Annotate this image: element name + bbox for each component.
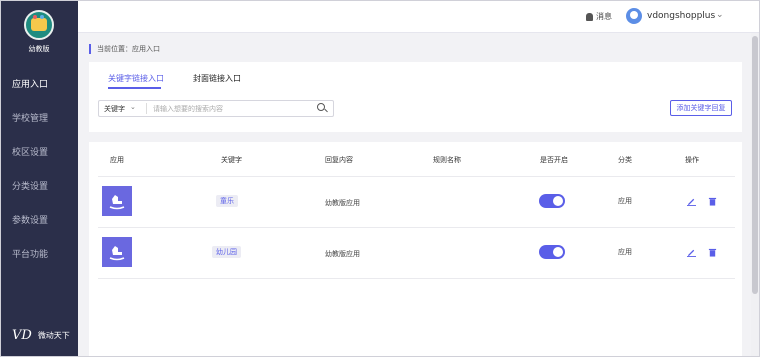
rocking-horse-icon [109, 195, 125, 210]
keyword-tag: 幼儿园 [212, 246, 241, 258]
column-header-app: 应用 [110, 156, 124, 164]
sidebar: 幼教版 应用入口 学校管理 校区设置 分类设置 参数设置 平台功能 VD 微动天… [0, 0, 78, 357]
divider [98, 278, 735, 279]
keyword-tag: 童乐 [216, 195, 238, 207]
sidebar-item-school-management[interactable]: 学校管理 [0, 106, 78, 140]
sidebar-item-platform-functions[interactable]: 平台功能 [0, 242, 78, 276]
tab-cover-entry[interactable]: 封面链接入口 [193, 73, 241, 84]
chevron-down-icon[interactable]: ⌄ [716, 10, 724, 20]
column-header-keyword: 关键字 [221, 156, 242, 164]
active-tab-indicator [108, 87, 161, 89]
bell-icon [586, 12, 593, 21]
vd-logo-icon: VD [12, 328, 32, 343]
footer-brand-label: 微动天下 [37, 331, 70, 340]
edit-icon[interactable] [687, 248, 696, 257]
category: 应用 [618, 197, 632, 205]
search-icon[interactable] [317, 103, 325, 111]
trash-icon[interactable] [708, 197, 717, 206]
sidebar-item-campus-settings[interactable]: 校区设置 [0, 140, 78, 174]
column-header-category: 分类 [618, 156, 632, 164]
divider [98, 227, 735, 228]
column-header-actions: 操作 [685, 156, 699, 164]
edit-icon[interactable] [687, 197, 696, 206]
app-thumbnail [102, 186, 132, 216]
username[interactable]: vdongshopplus [647, 11, 715, 21]
search-input[interactable]: 请输入想要的搜索内容 [153, 104, 223, 114]
enabled-toggle[interactable] [539, 245, 565, 259]
table-card [89, 142, 742, 357]
sidebar-item-app-entry[interactable]: 应用入口 [0, 72, 78, 106]
sidebar-nav: 应用入口 学校管理 校区设置 分类设置 参数设置 平台功能 [0, 72, 78, 276]
brand-label: 幼教版 [28, 45, 50, 53]
messages-link[interactable]: 消息 [586, 11, 612, 22]
avatar[interactable] [626, 8, 642, 24]
reply-content: 幼教版应用 [325, 199, 360, 207]
search-type-select[interactable]: 关键字 [104, 104, 125, 114]
app-logo [24, 10, 54, 40]
divider [146, 103, 147, 114]
app-thumbnail [102, 237, 132, 267]
column-header-rule: 规则名称 [433, 156, 461, 164]
reply-content: 幼教版应用 [325, 250, 360, 258]
enabled-toggle[interactable] [539, 194, 565, 208]
rocking-horse-icon [109, 246, 125, 261]
breadcrumb: 当前位置：应用入口 [89, 44, 160, 54]
trash-icon[interactable] [708, 248, 717, 257]
search-bar: 关键字 ⌄ 请输入想要的搜索内容 [98, 100, 334, 117]
filter-card [89, 62, 742, 132]
messages-label: 消息 [596, 12, 612, 21]
add-keyword-reply-button[interactable]: 添加关键字回复 [670, 100, 732, 116]
divider [98, 176, 735, 177]
scrollbar-thumb[interactable] [752, 36, 758, 294]
category: 应用 [618, 248, 632, 256]
sidebar-item-parameter-settings[interactable]: 参数设置 [0, 208, 78, 242]
column-header-enabled: 是否开启 [540, 156, 568, 164]
top-header: 消息 vdongshopplus ⌄ [78, 0, 760, 33]
sidebar-item-category-settings[interactable]: 分类设置 [0, 174, 78, 208]
chevron-down-icon[interactable]: ⌄ [130, 103, 136, 111]
tab-keyword-entry[interactable]: 关键字链接入口 [108, 73, 164, 84]
column-header-reply: 回复内容 [325, 156, 353, 164]
footer-brand: VD 微动天下 [12, 328, 70, 343]
